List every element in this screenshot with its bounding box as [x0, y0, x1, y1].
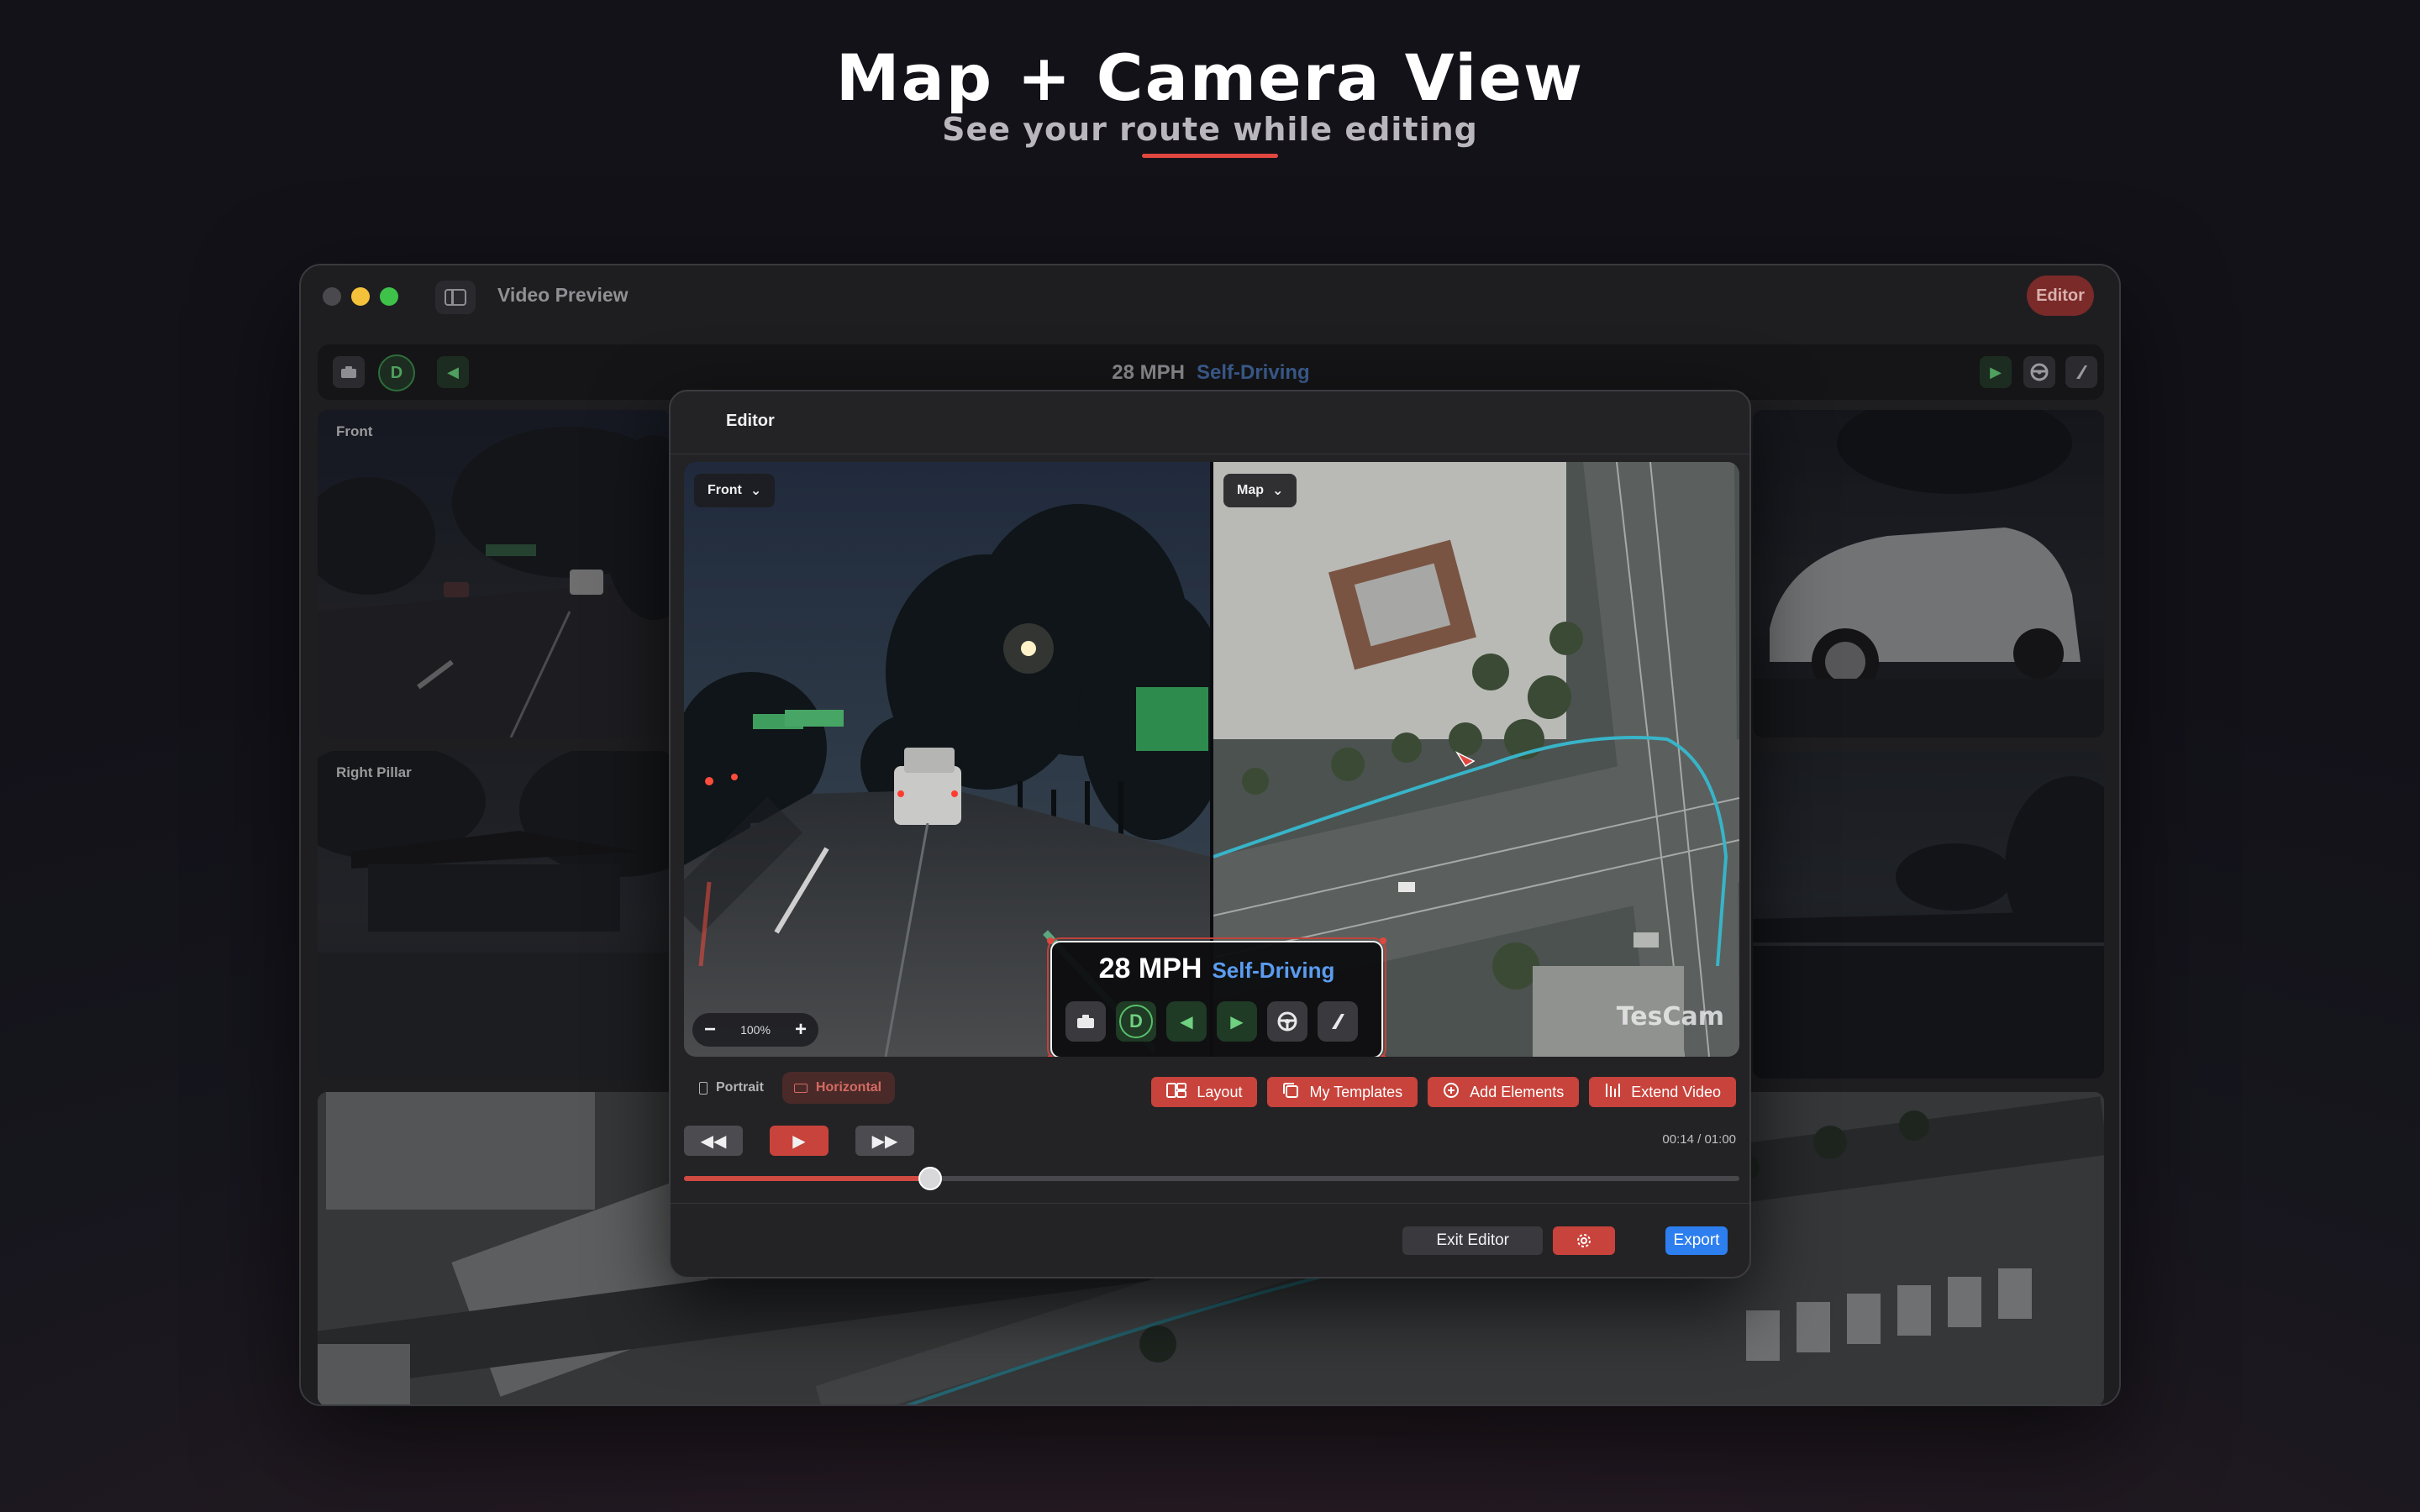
hero-title: Map + Camera View: [835, 40, 1585, 115]
front-tile-label: Front: [336, 423, 373, 439]
portrait-button[interactable]: Portrait: [687, 1072, 777, 1104]
speed-hud-overlay[interactable]: 28 MPH Self-Driving D ◀ ▶: [1047, 937, 1386, 1057]
add-elements-button[interactable]: Add Elements: [1428, 1077, 1580, 1107]
map-select-dropdown[interactable]: Map ⌄: [1223, 474, 1297, 507]
zoom-dot[interactable]: [380, 287, 398, 306]
resize-handle[interactable]: [1047, 937, 1054, 944]
camera-select-dropdown[interactable]: Front ⌄: [694, 474, 776, 507]
tile-dim: [1753, 751, 2104, 1079]
horizontal-button[interactable]: Horizontal: [781, 1072, 896, 1104]
resize-handle[interactable]: [1380, 1055, 1386, 1057]
background-speed: 28 MPH: [1112, 361, 1185, 384]
close-dot[interactable]: [323, 287, 341, 306]
video-preview: Front ⌄ − 100% + Map ⌄ TesCam 28 MPH Sel…: [684, 462, 1739, 1057]
playback-controls: ◀◀ ▶ ▶▶: [684, 1126, 914, 1156]
editor-actions: Layout My Templates Add Elements Extend …: [1151, 1077, 1736, 1107]
play-button[interactable]: ▶: [770, 1126, 829, 1156]
timeline-playhead[interactable]: [918, 1167, 942, 1190]
camera-icon: [1065, 1001, 1106, 1042]
hud-speed: 28 MPH: [1098, 953, 1202, 984]
front-camera-tile[interactable]: Front: [318, 410, 671, 738]
steering-wheel-icon: [1267, 1001, 1307, 1042]
hud-speed-readout: 28 MPH Self-Driving: [1052, 953, 1381, 985]
settings-button[interactable]: [1553, 1226, 1615, 1255]
orientation-toggle: Portrait Horizontal: [687, 1072, 896, 1105]
background-speed-readout: 28 MPH Self-Driving: [318, 361, 2104, 385]
gear-indicator: D: [1116, 1001, 1156, 1042]
templates-icon: [1282, 1082, 1299, 1103]
left-turn-icon: ◀: [1166, 1001, 1207, 1042]
map-select-label: Map: [1237, 483, 1264, 497]
right-turn-icon: ▶: [1217, 1001, 1257, 1042]
editor-toggle-button[interactable]: Editor: [2027, 276, 2094, 316]
autopilot-icon: [1318, 1001, 1358, 1042]
hero-underline: [1142, 154, 1278, 158]
gear-icon: [1577, 1234, 1591, 1247]
portrait-icon: [699, 1081, 708, 1095]
chevron-down-icon: ⌄: [750, 484, 762, 498]
resize-handle[interactable]: [1047, 1055, 1054, 1057]
tile-dim: [318, 410, 671, 738]
layout-icon: [1166, 1082, 1187, 1102]
extend-video-button[interactable]: Extend Video: [1589, 1077, 1736, 1107]
right-turn-icon: ▶: [1980, 356, 2012, 388]
resize-handle[interactable]: [1380, 937, 1386, 944]
portrait-label: Portrait: [716, 1080, 764, 1095]
extend-video-label: Extend Video: [1631, 1083, 1721, 1100]
layout-label: Layout: [1197, 1083, 1243, 1100]
tile-dim: [1753, 410, 2104, 738]
fast-forward-button[interactable]: ▶▶: [855, 1126, 914, 1156]
chevron-down-icon: ⌄: [1272, 484, 1284, 498]
watermark-logo: TesCam: [1616, 1002, 1724, 1032]
horizontal-icon: [793, 1083, 808, 1093]
hud-mode: Self-Driving: [1212, 958, 1335, 983]
right-pillar-camera-tile[interactable]: Right Pillar: [318, 751, 671, 1079]
my-templates-button[interactable]: My Templates: [1267, 1077, 1418, 1107]
steering-wheel-icon: [2023, 356, 2055, 388]
zoom-out-button[interactable]: −: [697, 1017, 723, 1042]
title-bar: Video Preview Editor: [301, 265, 2119, 329]
autopilot-icon: [2065, 356, 2097, 388]
add-circle-icon: [1443, 1082, 1460, 1103]
minimize-dot[interactable]: [351, 287, 370, 306]
rewind-icon: ◀◀: [700, 1131, 727, 1151]
left-pillar-camera-tile[interactable]: [1753, 751, 2104, 1079]
left-repeater-camera-tile[interactable]: [1753, 410, 2104, 738]
extend-icon: [1604, 1082, 1621, 1103]
camera-select-label: Front: [708, 483, 742, 497]
divider: [671, 1203, 1749, 1204]
window-title: Video Preview: [497, 284, 629, 306]
exit-editor-button[interactable]: Exit Editor: [1402, 1226, 1543, 1255]
hero-subtitle: See your route while editing: [942, 111, 1478, 148]
background-mode: Self-Driving: [1197, 361, 1310, 384]
export-button[interactable]: Export: [1665, 1226, 1728, 1255]
rewind-button[interactable]: ◀◀: [684, 1126, 743, 1156]
right-pillar-tile-label: Right Pillar: [336, 764, 412, 780]
sidebar-icon: [445, 289, 466, 306]
timecode: 00:14 / 01:00: [1662, 1132, 1736, 1147]
layout-button[interactable]: Layout: [1151, 1077, 1258, 1107]
sidebar-toggle-button[interactable]: [435, 281, 476, 314]
editor-modal: Editor Front ⌄ − 100% + Map ⌄ TesCam 28 …: [669, 390, 1751, 1278]
timeline-progress: [684, 1176, 930, 1181]
gear-letter: D: [1119, 1005, 1153, 1038]
tile-dim: [318, 751, 671, 1079]
fast-forward-icon: ▶▶: [871, 1131, 898, 1151]
my-templates-label: My Templates: [1309, 1083, 1403, 1100]
zoom-control: − 100% +: [692, 1013, 818, 1047]
hud-icon-row: D ◀ ▶: [1065, 1001, 1358, 1042]
zoom-in-button[interactable]: +: [788, 1017, 813, 1042]
timeline-scrubber[interactable]: [684, 1167, 1739, 1190]
add-elements-label: Add Elements: [1470, 1083, 1565, 1100]
editor-title: Editor: [726, 412, 775, 430]
horizontal-label: Horizontal: [815, 1080, 882, 1095]
editor-footer: Exit Editor Export: [1402, 1226, 1728, 1255]
play-icon: ▶: [792, 1131, 806, 1151]
zoom-level: 100%: [740, 1023, 771, 1037]
